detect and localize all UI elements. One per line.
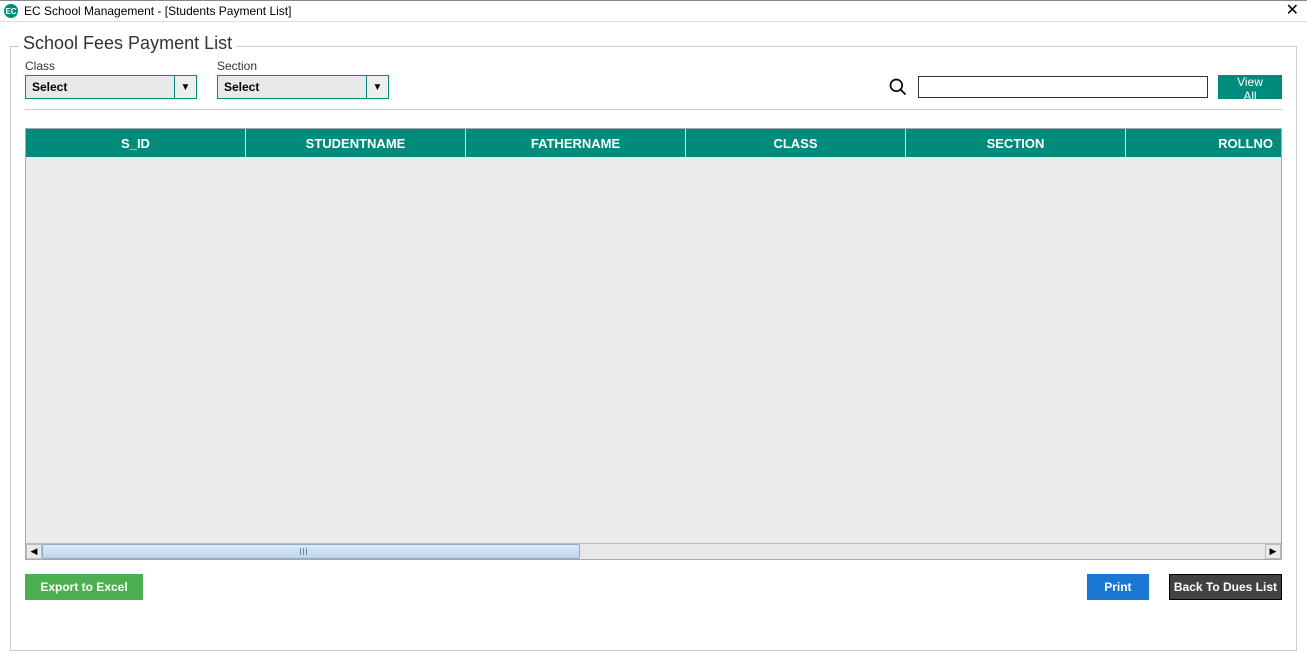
section-select-value: Select bbox=[218, 76, 366, 98]
class-select[interactable]: Select ▼ bbox=[25, 75, 197, 99]
back-to-dues-button[interactable]: Back To Dues List bbox=[1169, 574, 1282, 600]
grid-body bbox=[26, 157, 1281, 543]
class-label: Class bbox=[25, 59, 197, 73]
col-rollno[interactable]: ROLLNO bbox=[1126, 129, 1281, 157]
print-button[interactable]: Print bbox=[1087, 574, 1149, 600]
main-panel: School Fees Payment List Class Select ▼ … bbox=[10, 46, 1297, 651]
grid-header: S_ID STUDENTNAME FATHERNAME CLASS SECTIO… bbox=[26, 129, 1281, 157]
filter-row: Class Select ▼ Section Select ▼ View All bbox=[25, 59, 1282, 99]
section-filter-group: Section Select ▼ bbox=[217, 59, 389, 99]
title-bar: EC EC School Management - [Students Paym… bbox=[0, 0, 1307, 22]
view-all-button[interactable]: View All bbox=[1218, 75, 1282, 99]
search-input[interactable] bbox=[918, 76, 1208, 98]
page-title: School Fees Payment List bbox=[19, 33, 236, 54]
scroll-track[interactable] bbox=[42, 544, 1265, 559]
scroll-left-icon[interactable]: ◀ bbox=[26, 544, 42, 559]
section-label: Section bbox=[217, 59, 389, 73]
search-icon bbox=[888, 77, 908, 97]
scroll-thumb[interactable] bbox=[42, 544, 580, 559]
chevron-down-icon[interactable]: ▼ bbox=[174, 76, 196, 98]
col-sid[interactable]: S_ID bbox=[26, 129, 246, 157]
window-title: EC School Management - [Students Payment… bbox=[24, 4, 291, 18]
divider bbox=[25, 109, 1282, 110]
class-select-value: Select bbox=[26, 76, 174, 98]
col-class[interactable]: CLASS bbox=[686, 129, 906, 157]
search-area: View All bbox=[888, 75, 1282, 99]
class-filter-group: Class Select ▼ bbox=[25, 59, 197, 99]
close-icon[interactable]: ✕ bbox=[1286, 3, 1299, 19]
col-studentname[interactable]: STUDENTNAME bbox=[246, 129, 466, 157]
section-select[interactable]: Select ▼ bbox=[217, 75, 389, 99]
data-grid: S_ID STUDENTNAME FATHERNAME CLASS SECTIO… bbox=[25, 128, 1282, 560]
scroll-right-icon[interactable]: ▶ bbox=[1265, 544, 1281, 559]
horizontal-scrollbar[interactable]: ◀ ▶ bbox=[26, 543, 1281, 559]
footer-buttons: Export to Excel Print Back To Dues List bbox=[25, 574, 1282, 600]
col-fathername[interactable]: FATHERNAME bbox=[466, 129, 686, 157]
col-section[interactable]: SECTION bbox=[906, 129, 1126, 157]
chevron-down-icon[interactable]: ▼ bbox=[366, 76, 388, 98]
export-excel-button[interactable]: Export to Excel bbox=[25, 574, 143, 600]
app-icon: EC bbox=[4, 4, 18, 18]
